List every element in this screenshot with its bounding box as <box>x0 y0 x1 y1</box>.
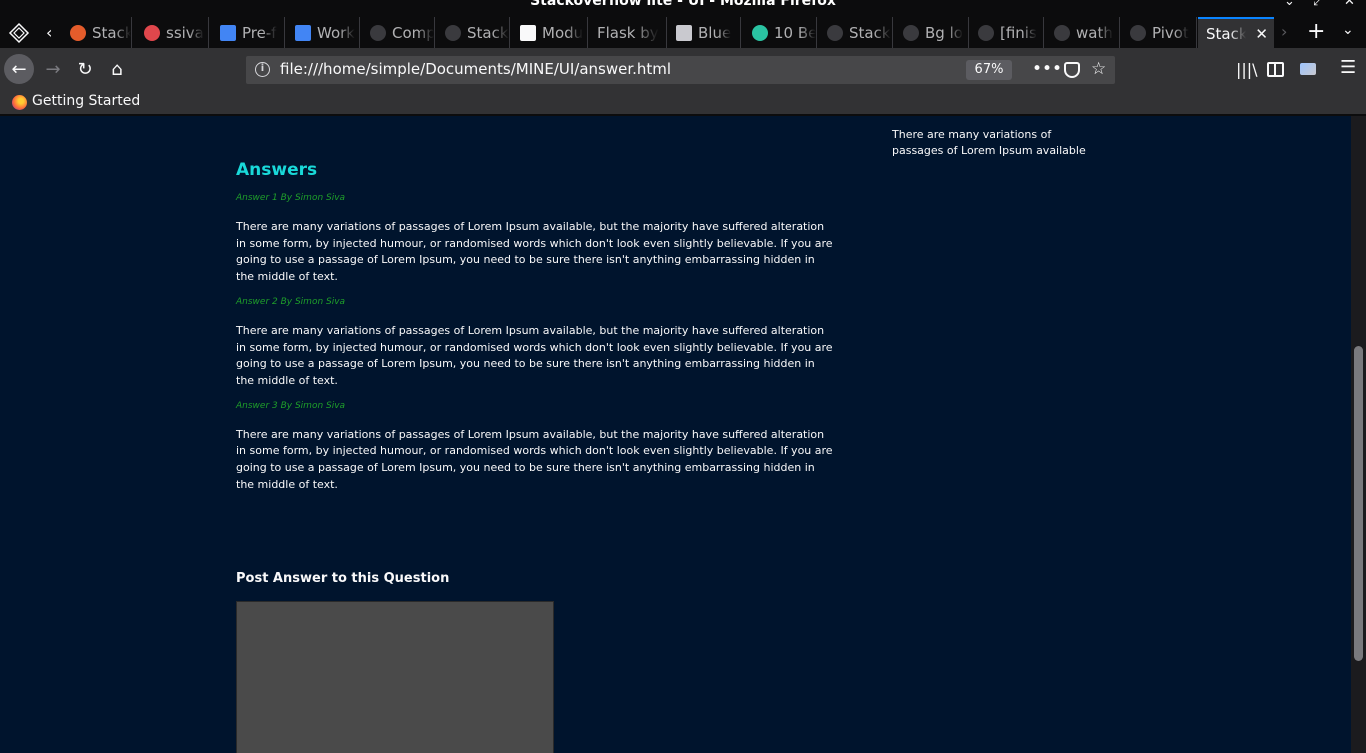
alien-icon <box>752 24 768 41</box>
tab-strip: Stackoverflow lite - UI - Mozilla Firefo… <box>0 0 1366 48</box>
answer-body: There are many variations of passages of… <box>236 220 833 284</box>
firefox-icon <box>12 95 27 110</box>
list-all-tabs-icon[interactable]: ⌄ <box>1342 22 1354 38</box>
tab[interactable]: 10 Be <box>744 17 817 48</box>
home-button[interactable]: ⌂ <box>102 54 132 84</box>
tab[interactable]: [finis <box>970 17 1044 48</box>
google-docs-icon <box>295 24 311 41</box>
maximize-icon[interactable]: ⤢ <box>1313 0 1323 9</box>
github-icon <box>1130 24 1146 41</box>
tab[interactable]: Work <box>287 17 360 48</box>
tab[interactable]: Pre-f <box>212 17 285 48</box>
google-docs-icon <box>220 24 236 41</box>
tab[interactable]: Stack <box>62 17 132 48</box>
tab[interactable]: Blue <box>668 17 741 48</box>
tab[interactable]: Modu <box>512 17 588 48</box>
scrollbar-thumb[interactable] <box>1354 346 1363 661</box>
scroll-tabs-left-icon[interactable]: ‹ <box>46 22 62 44</box>
answers-heading: Answers <box>236 160 318 180</box>
bookmark-star-icon[interactable]: ☆ <box>1091 59 1106 79</box>
extension-icon[interactable] <box>1300 63 1316 75</box>
answers-list: Answer 1 By Simon Siva There are many va… <box>236 192 836 503</box>
github-icon <box>370 24 386 41</box>
codepen-icon <box>70 24 86 41</box>
phone-icon <box>520 24 536 41</box>
home-icon: ⌂ <box>111 58 123 80</box>
navigation-toolbar: ← → ↻ ⌂ i file:///home/simple/Documents/… <box>0 48 1366 91</box>
arrow-right-icon: → <box>45 58 61 80</box>
book-icon <box>676 24 692 41</box>
minimize-icon[interactable]: ⌄ <box>1284 0 1295 9</box>
answer-author: Answer 3 By Simon Siva <box>236 400 346 411</box>
tab[interactable]: wath <box>1046 17 1120 48</box>
close-tab-icon[interactable]: ✕ <box>1255 25 1268 43</box>
info-icon[interactable]: i <box>255 62 270 77</box>
bookmark-getting-started[interactable]: Getting Started <box>32 93 140 109</box>
back-button[interactable]: ← <box>4 54 34 84</box>
tab-groups-icon[interactable] <box>8 22 30 44</box>
tab[interactable]: Pivot <box>1122 17 1197 48</box>
library-icon[interactable]: |||\ <box>1236 60 1258 79</box>
tab[interactable]: Flask by <box>589 17 667 48</box>
github-icon <box>1054 24 1070 41</box>
arrow-left-icon: ← <box>11 58 27 80</box>
answer-author: Answer 2 By Simon Siva <box>236 296 346 307</box>
reload-icon: ↻ <box>77 58 93 80</box>
pocket-icon[interactable] <box>1064 62 1080 78</box>
answer-body: There are many variations of passages of… <box>236 427 833 491</box>
url-bar[interactable]: i file:///home/simple/Documents/MINE/UI/… <box>246 56 1115 84</box>
ruby-icon <box>144 24 160 41</box>
answer-item: Answer 3 By Simon Siva There are many va… <box>236 400 836 494</box>
sidebar-question-text: There are many variations of passages of… <box>892 128 1086 157</box>
close-window-icon[interactable]: ✕ <box>1344 0 1355 9</box>
url-text[interactable]: file:///home/simple/Documents/MINE/UI/an… <box>280 60 671 78</box>
tab-active[interactable]: Stack ✕ <box>1198 17 1274 48</box>
window-title: Stackoverflow lite - UI - Mozilla Firefo… <box>530 0 836 9</box>
answer-body: There are many variations of passages of… <box>236 323 833 387</box>
tab[interactable]: Comp <box>362 17 435 48</box>
answer-item: Answer 2 By Simon Siva There are many va… <box>236 296 836 390</box>
github-icon <box>827 24 843 41</box>
tab[interactable]: Stack <box>819 17 893 48</box>
tab[interactable]: Stack <box>437 17 510 48</box>
forward-button[interactable]: → <box>38 54 68 84</box>
answer-item: Answer 1 By Simon Siva There are many va… <box>236 192 836 286</box>
page-actions-icon[interactable]: ••• <box>1032 59 1062 79</box>
answer-author: Answer 1 By Simon Siva <box>236 193 346 203</box>
reload-button[interactable]: ↻ <box>70 54 100 84</box>
hamburger-menu-icon[interactable]: ☰ <box>1340 57 1356 78</box>
bookmarks-toolbar: Getting Started <box>0 91 1366 115</box>
page-viewport: There are many variations of passages of… <box>0 116 1351 753</box>
tab[interactable]: Bg lo <box>895 17 969 48</box>
page-scrollbar[interactable] <box>1351 116 1366 753</box>
github-icon <box>903 24 919 41</box>
sidebar-icon[interactable] <box>1267 62 1284 77</box>
new-tab-icon[interactable]: + <box>1307 19 1325 44</box>
github-icon <box>978 24 994 41</box>
github-icon <box>445 24 461 41</box>
post-answer-heading: Post Answer to this Question <box>236 571 450 586</box>
zoom-level-button[interactable]: 67% <box>966 60 1012 80</box>
answer-textarea[interactable] <box>236 601 554 753</box>
tab[interactable]: ssiva <box>136 17 209 48</box>
scroll-tabs-right-icon[interactable]: › <box>1281 22 1297 41</box>
